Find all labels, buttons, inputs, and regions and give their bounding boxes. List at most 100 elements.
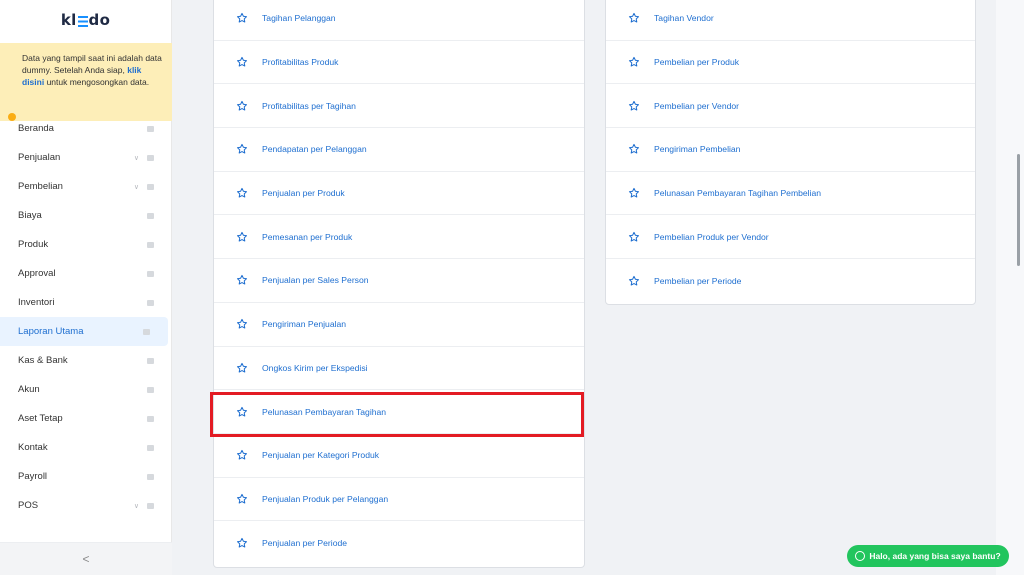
favorite-star-icon[interactable] xyxy=(236,187,248,199)
sidebar-item-biaya[interactable]: Biaya xyxy=(0,201,172,230)
report-link-label[interactable]: Profitabilitas per Tagihan xyxy=(262,101,356,111)
report-link-item[interactable]: Ongkos Kirim per Ekspedisi xyxy=(214,347,584,391)
report-link-label[interactable]: Penjualan per Sales Person xyxy=(262,275,369,285)
sidebar-item-kas-bank[interactable]: Kas & Bank xyxy=(0,346,172,375)
favorite-star-icon[interactable] xyxy=(236,100,248,112)
sidebar-item-label: Payroll xyxy=(18,471,48,482)
favorite-star-icon[interactable] xyxy=(628,275,640,287)
sidebar-item-approval[interactable]: Approval xyxy=(0,259,172,288)
box-icon xyxy=(147,241,154,248)
sidebar-item-pembelian[interactable]: Pembelian ∨ xyxy=(0,172,172,201)
logo-text-right: do xyxy=(88,11,111,29)
report-link-label[interactable]: Penjualan Produk per Pelanggan xyxy=(262,494,388,504)
collapse-sidebar-button[interactable]: < xyxy=(0,542,172,575)
report-link-label[interactable]: Pelunasan Pembayaran Tagihan xyxy=(262,407,386,417)
report-link-label[interactable]: Pemesanan per Produk xyxy=(262,232,352,242)
sidebar-item-label: Pembelian xyxy=(18,181,63,192)
chevron-down-icon[interactable]: ∨ xyxy=(134,183,139,191)
report-link-item[interactable]: Pembelian per Periode xyxy=(606,259,975,303)
report-link-label[interactable]: Penjualan per Produk xyxy=(262,188,345,198)
sidebar-item-label: Approval xyxy=(18,268,56,279)
chart-icon xyxy=(143,328,150,335)
favorite-star-icon[interactable] xyxy=(628,231,640,243)
favorite-star-icon[interactable] xyxy=(628,143,640,155)
report-link-item[interactable]: Profitabilitas per Tagihan xyxy=(214,84,584,129)
dollar-icon xyxy=(147,357,154,364)
sidebar-item-label: Akun xyxy=(18,384,40,395)
report-link-item[interactable]: Profitabilitas Produk xyxy=(214,41,584,85)
sidebar-item-label: Inventori xyxy=(18,297,55,308)
report-link-item[interactable]: Pembelian per Vendor xyxy=(606,84,975,129)
report-link-label[interactable]: Profitabilitas Produk xyxy=(262,57,338,67)
report-link-label[interactable]: Pelunasan Pembayaran Tagihan Pembelian xyxy=(654,188,821,198)
collapse-chevron-icon: < xyxy=(82,552,90,566)
report-link-label[interactable]: Penjualan per Periode xyxy=(262,538,347,548)
report-link-label[interactable]: Pengiriman Penjualan xyxy=(262,319,346,329)
favorite-star-icon[interactable] xyxy=(236,143,248,155)
favorite-star-icon[interactable] xyxy=(236,274,248,286)
report-link-label[interactable]: Pendapatan per Pelanggan xyxy=(262,144,367,154)
favorite-star-icon[interactable] xyxy=(628,12,640,24)
report-link-item[interactable]: Penjualan per Sales Person xyxy=(214,259,584,303)
report-link-label[interactable]: Ongkos Kirim per Ekspedisi xyxy=(262,363,368,373)
report-link-item[interactable]: Pengiriman Penjualan xyxy=(214,303,584,347)
sidebar-item-laporan-utama[interactable]: Laporan Utama xyxy=(0,317,168,346)
building-icon xyxy=(147,415,154,422)
favorite-star-icon[interactable] xyxy=(628,187,640,199)
report-link-label[interactable]: Pembelian per Produk xyxy=(654,57,739,67)
report-link-item[interactable]: Pembelian Produk per Vendor xyxy=(606,215,975,260)
report-link-label[interactable]: Tagihan Vendor xyxy=(654,13,714,23)
report-link-label[interactable]: Pembelian per Periode xyxy=(654,276,741,286)
report-link-item[interactable]: Pembelian per Produk xyxy=(606,41,975,85)
sidebar-item-beranda[interactable]: Beranda xyxy=(0,114,172,143)
contact-icon xyxy=(147,444,154,451)
sidebar-item-label: Biaya xyxy=(18,210,42,221)
favorite-star-icon[interactable] xyxy=(236,449,248,461)
favorite-star-icon[interactable] xyxy=(236,537,248,549)
report-link-label[interactable]: Pembelian Produk per Vendor xyxy=(654,232,769,242)
sidebar-item-pos[interactable]: POS ∨ xyxy=(0,491,172,520)
report-link-item[interactable]: Pemesanan per Produk xyxy=(214,215,584,260)
report-link-item[interactable]: Pelunasan Pembayaran Tagihan Pembelian xyxy=(606,172,975,216)
favorite-star-icon[interactable] xyxy=(236,12,248,24)
report-link-label[interactable]: Tagihan Pelanggan xyxy=(262,13,336,23)
sidebar-item-aset-tetap[interactable]: Aset Tetap xyxy=(0,404,172,433)
sidebar-item-penjualan[interactable]: Penjualan ∨ xyxy=(0,143,172,172)
report-link-item[interactable]: Pelunasan Pembayaran Tagihan xyxy=(214,390,584,434)
inventory-icon xyxy=(147,299,154,306)
report-link-item[interactable]: Penjualan per Kategori Produk xyxy=(214,434,584,478)
sidebar-item-kontak[interactable]: Kontak xyxy=(0,433,172,462)
report-link-item[interactable]: Penjualan Produk per Pelanggan xyxy=(214,478,584,522)
logo-mark-icon xyxy=(77,15,88,27)
favorite-star-icon[interactable] xyxy=(236,231,248,243)
report-link-label[interactable]: Pengiriman Pembelian xyxy=(654,144,740,154)
favorite-star-icon[interactable] xyxy=(236,493,248,505)
chevron-down-icon[interactable]: ∨ xyxy=(134,502,139,510)
favorite-star-icon[interactable] xyxy=(236,56,248,68)
whatsapp-chat-button[interactable]: Halo, ada yang bisa saya bantu? xyxy=(847,545,1009,567)
home-icon xyxy=(147,125,154,132)
sidebar-item-akun[interactable]: Akun xyxy=(0,375,172,404)
report-link-item[interactable]: Penjualan per Periode xyxy=(214,521,584,565)
report-link-label[interactable]: Pembelian per Vendor xyxy=(654,101,739,111)
sidebar-item-label: Penjualan xyxy=(18,152,61,163)
report-link-item[interactable]: Tagihan Pelanggan xyxy=(214,0,584,41)
favorite-star-icon[interactable] xyxy=(628,56,640,68)
scrollbar-track[interactable] xyxy=(996,0,1024,575)
favorite-star-icon[interactable] xyxy=(628,100,640,112)
report-link-label[interactable]: Penjualan per Kategori Produk xyxy=(262,450,379,460)
chevron-down-icon[interactable]: ∨ xyxy=(134,154,139,162)
kledo-logo[interactable]: kl do xyxy=(0,0,171,40)
report-link-item[interactable]: Tagihan Vendor xyxy=(606,0,975,41)
sidebar-item-produk[interactable]: Produk xyxy=(0,230,172,259)
report-link-item[interactable]: Penjualan per Produk xyxy=(214,172,584,216)
sidebar: kl do Data yang tampil saat ini adalah da… xyxy=(0,0,172,575)
scrollbar-thumb[interactable] xyxy=(1017,154,1020,266)
report-link-item[interactable]: Pendapatan per Pelanggan xyxy=(214,128,584,172)
report-link-item[interactable]: Pengiriman Pembelian xyxy=(606,128,975,172)
favorite-star-icon[interactable] xyxy=(236,406,248,418)
favorite-star-icon[interactable] xyxy=(236,318,248,330)
sidebar-item-payroll[interactable]: Payroll xyxy=(0,462,172,491)
sidebar-item-inventori[interactable]: Inventori xyxy=(0,288,172,317)
favorite-star-icon[interactable] xyxy=(236,362,248,374)
